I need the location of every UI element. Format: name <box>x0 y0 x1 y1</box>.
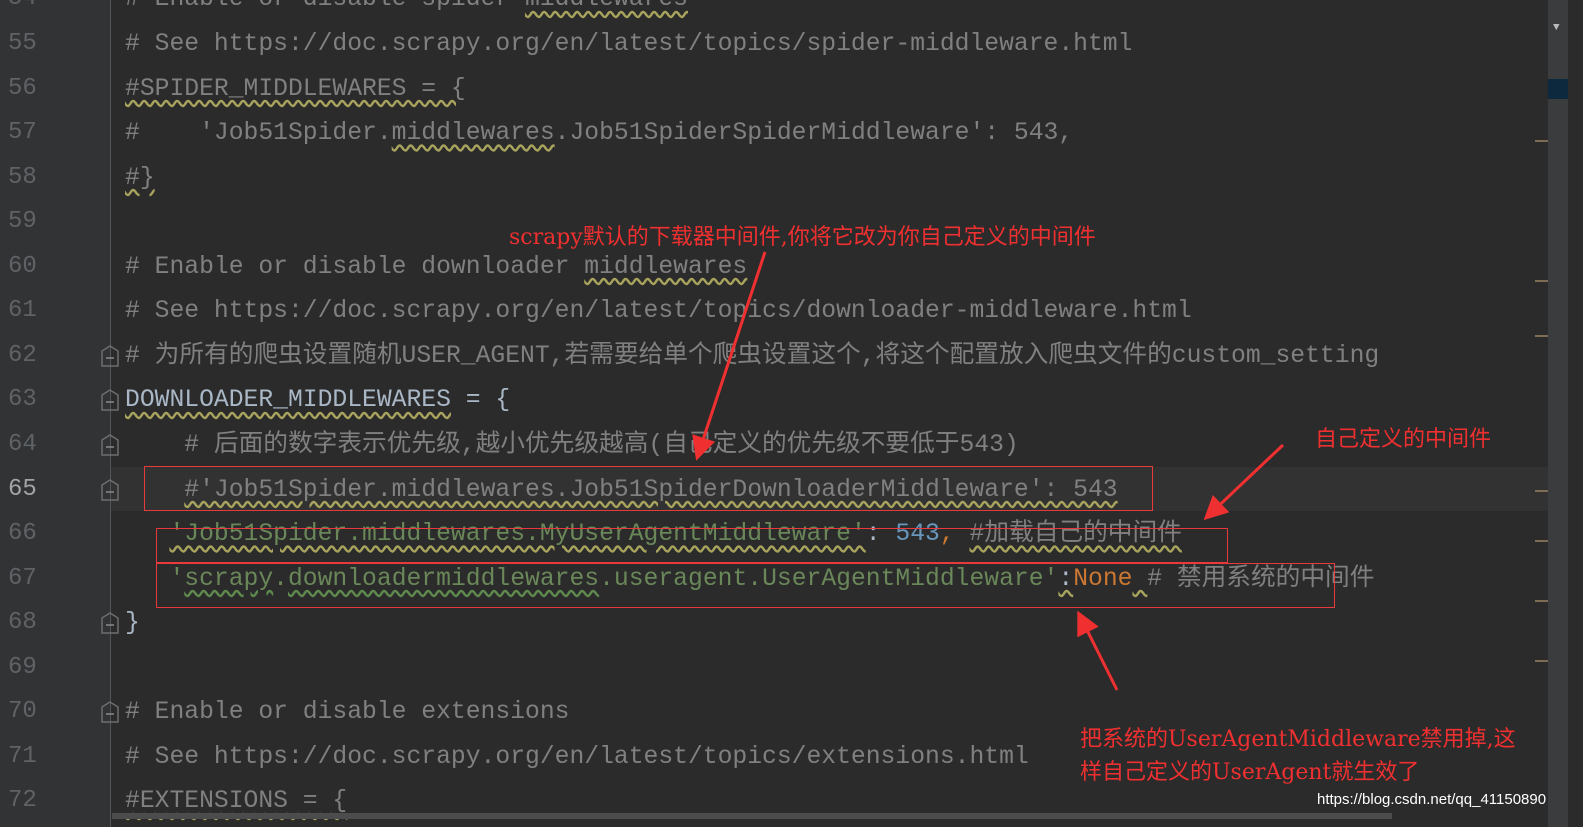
arrow-icon <box>692 251 767 461</box>
annotation-disable-line2: 样自己定义的UserAgent就生效了 <box>1080 760 1420 785</box>
watermark: https://blog.csdn.net/qq_41150890 <box>1317 791 1547 808</box>
arrow-icon <box>1203 443 1285 521</box>
annotation-default-middleware: scrapy默认的下载器中间件,你将它改为你自己定义的中间件 <box>509 225 1096 250</box>
annotation-custom-middleware: 自己定义的中间件 <box>1315 427 1492 452</box>
arrow-icon <box>1077 610 1119 691</box>
annotation-disable-line1: 把系统的UserAgentMiddleware禁用掉,这 <box>1080 727 1516 752</box>
annotation-arrows <box>692 251 1285 691</box>
